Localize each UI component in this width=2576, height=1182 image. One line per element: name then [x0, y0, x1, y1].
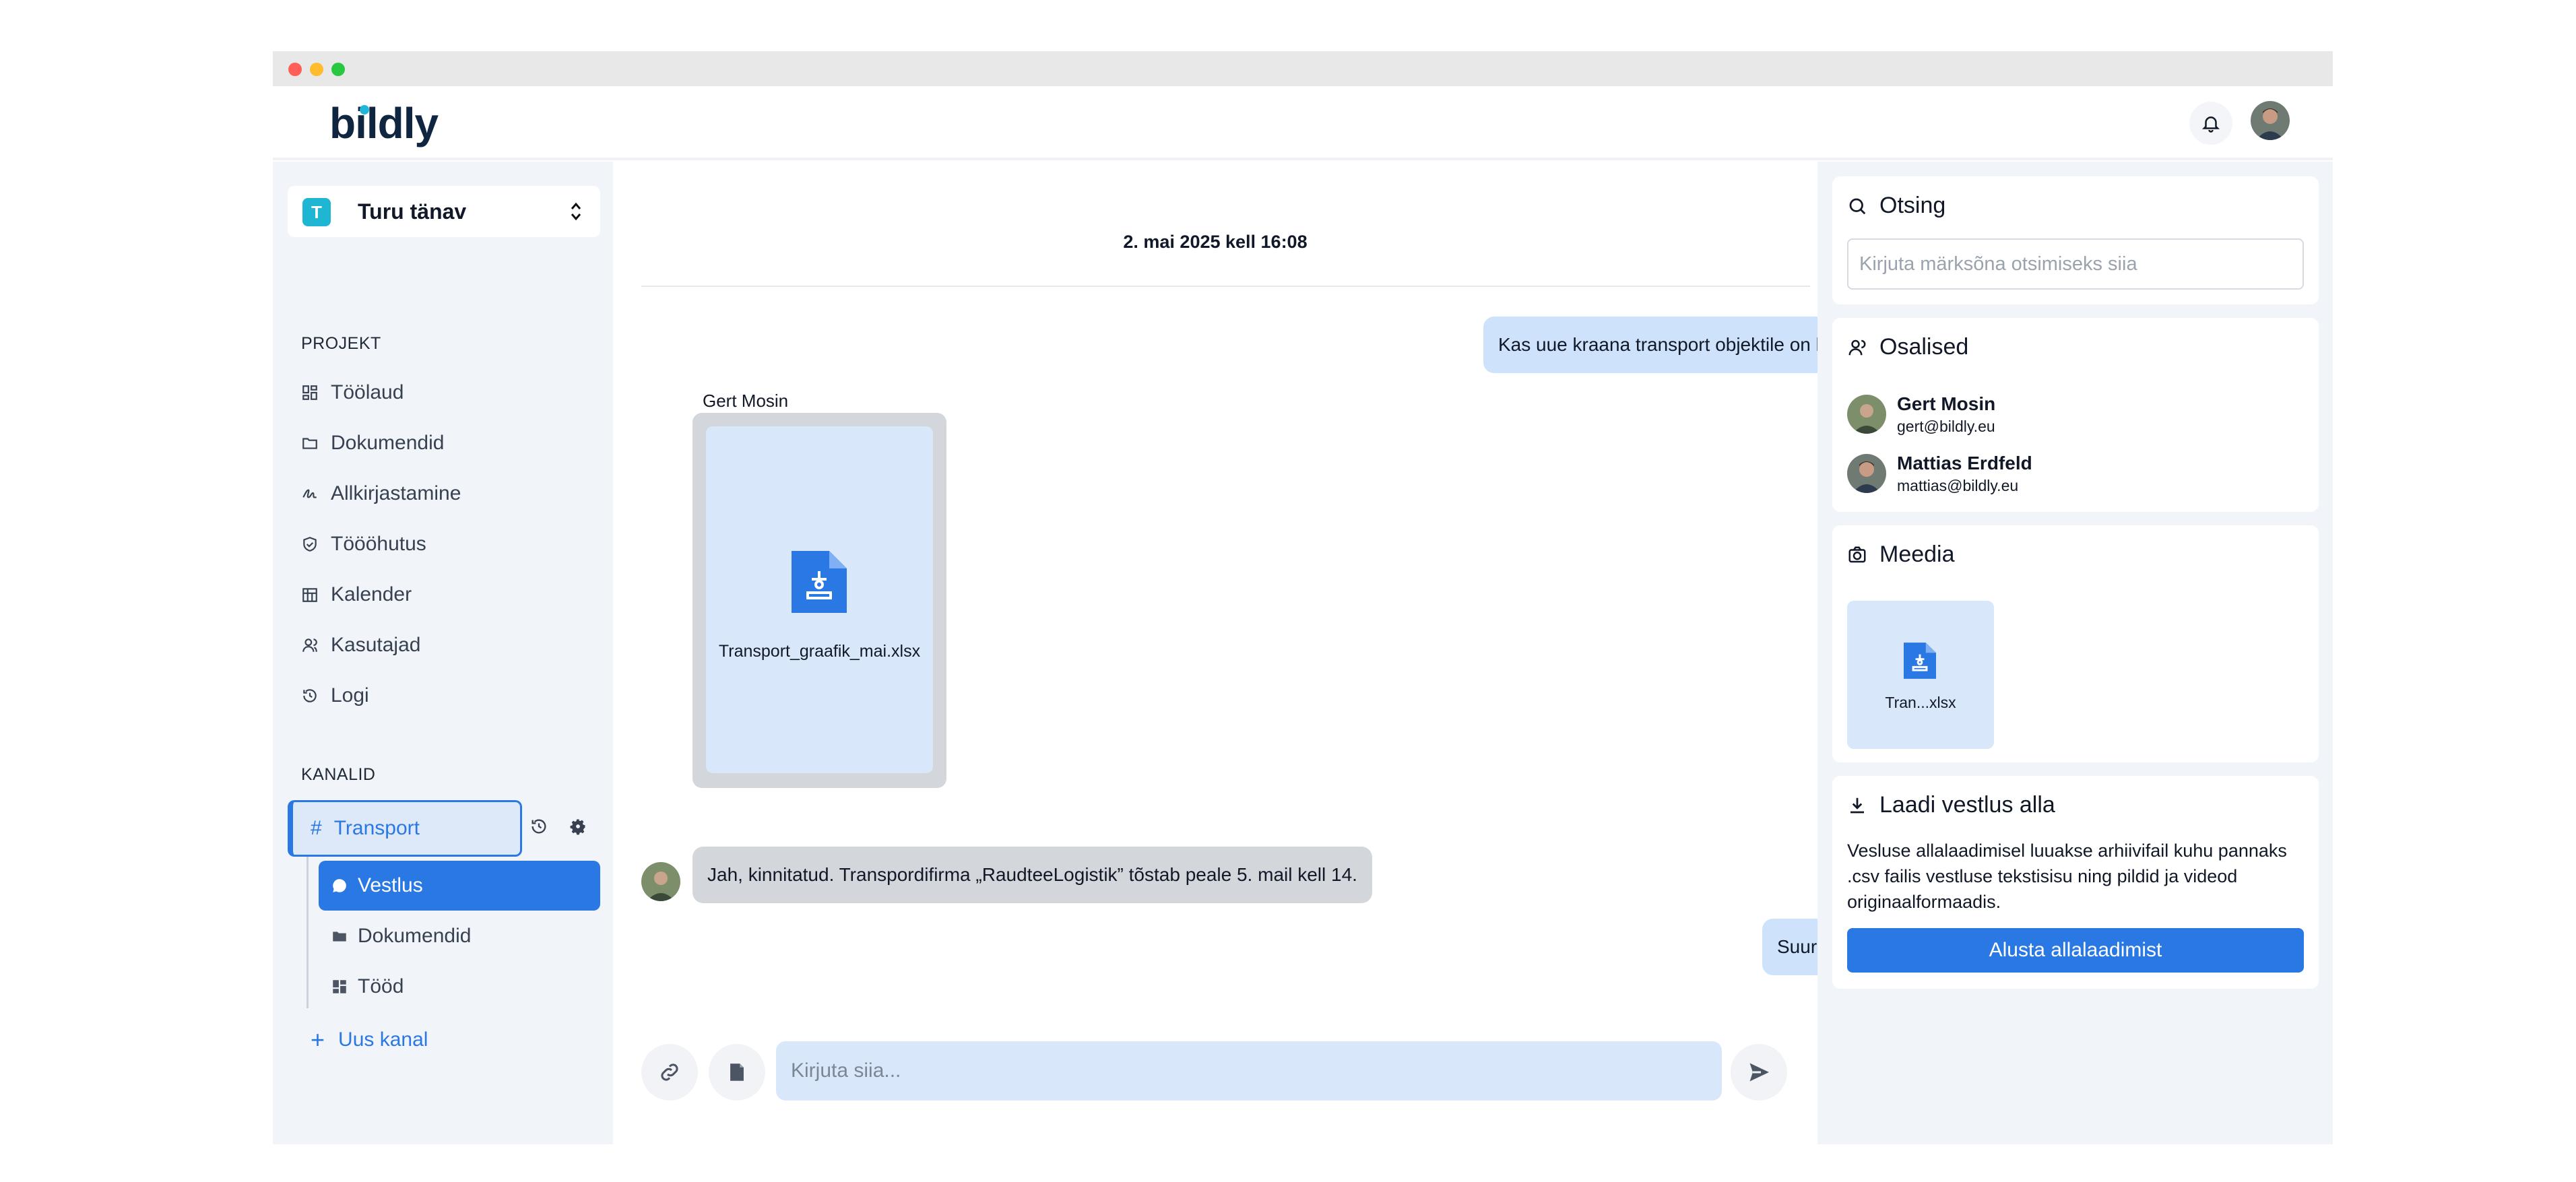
- search-input[interactable]: [1847, 238, 2304, 290]
- download-icon: [1850, 797, 1864, 813]
- minimize-window-button[interactable]: [310, 63, 323, 76]
- document-icon: [730, 1063, 744, 1081]
- spreadsheet-file-icon: [792, 551, 847, 613]
- message-bubble-incoming: Jah, kinnitatud. Transpordifirma „Raudte…: [693, 847, 1372, 903]
- project-badge: T: [302, 198, 331, 226]
- calendar-icon: [302, 588, 317, 602]
- hash-icon: #: [311, 817, 322, 839]
- sidebar-item-kalender[interactable]: Kalender: [301, 579, 412, 611]
- media-title: Meedia: [1847, 541, 1955, 568]
- users-icon: [302, 638, 317, 652]
- channel-transport[interactable]: # Transport: [288, 800, 522, 857]
- folder-icon: [333, 931, 346, 942]
- search-icon: [1849, 198, 1866, 214]
- camera-icon: [1848, 546, 1866, 562]
- app-window: bildly T Turu tänav PROJEKT Töölaud Doku…: [273, 51, 2333, 1144]
- chat-area: 2. mai 2025 kell 16:08 Kas uue kraana tr…: [613, 162, 2089, 1144]
- sidebar-item-kasutajad[interactable]: Kasutajad: [301, 629, 420, 661]
- link-icon: [661, 1063, 678, 1081]
- maximize-window-button[interactable]: [331, 63, 345, 76]
- date-divider: [641, 286, 1810, 287]
- send-icon: [1749, 1063, 1769, 1082]
- file-preview: Transport_graafik_mai.xlsx: [706, 426, 933, 773]
- gear-icon: [570, 819, 585, 835]
- members-card: Osalised Gert Mosin gert@bildly.eu Matti…: [1832, 318, 2319, 512]
- media-card: Meedia Tran...xlsx: [1832, 525, 2319, 762]
- folder-icon: [302, 438, 317, 449]
- sidebar-item-allkirjastamine[interactable]: Allkirjastamine: [301, 478, 461, 510]
- chat-icon: [333, 879, 346, 892]
- channel-history-button[interactable]: [527, 815, 550, 838]
- media-item[interactable]: Tran...xlsx: [1847, 601, 1994, 749]
- attach-file-button[interactable]: [709, 1044, 765, 1101]
- member-email: gert@bildly.eu: [1897, 417, 1995, 435]
- subitem-vestlus[interactable]: Vestlus: [319, 861, 600, 911]
- channels-section-label: KANALID: [301, 765, 376, 784]
- file-name: Transport_graafik_mai.xlsx: [718, 642, 921, 661]
- sidebar-item-tooohutus[interactable]: Töööhutus: [301, 528, 426, 560]
- history-icon: [532, 819, 546, 834]
- media-item-caption: Tran...xlsx: [1885, 694, 1956, 711]
- member-avatar: [1847, 454, 1886, 493]
- file-attachment[interactable]: Transport_graafik_mai.xlsx: [693, 413, 946, 788]
- chat-date: 2. mai 2025 kell 16:08: [1123, 232, 1308, 252]
- project-selector[interactable]: T Turu tänav: [288, 186, 600, 237]
- sidebar-item-logi[interactable]: Logi: [301, 680, 369, 712]
- member-gert-mosin[interactable]: Gert Mosin gert@bildly.eu: [1847, 393, 1995, 435]
- members-title: Osalised: [1847, 334, 1968, 360]
- search-card: Otsing: [1832, 176, 2319, 304]
- notifications-button[interactable]: [2189, 102, 2232, 145]
- window-titlebar: [273, 51, 2333, 86]
- dashboard-icon: [302, 385, 317, 400]
- subitem-tood[interactable]: Tööd: [319, 962, 600, 1012]
- member-email: mattias@bildly.eu: [1897, 476, 2019, 494]
- user-icon: [1848, 339, 1866, 355]
- sender-avatar: [641, 862, 680, 901]
- member-mattias-erdfeld[interactable]: Mattias Erdfeld mattias@bildly.eu: [1847, 453, 2032, 494]
- member-name: Gert Mosin: [1897, 393, 1996, 414]
- download-card: Laadi vestlus alla Vesluse allalaadimise…: [1832, 776, 2319, 989]
- member-name: Mattias Erdfeld: [1897, 452, 2032, 473]
- attach-link-button[interactable]: [641, 1044, 698, 1101]
- channel-name: Transport: [333, 817, 420, 839]
- search-title: Otsing: [1847, 193, 1945, 219]
- right-panel: Otsing Osalised Gert Mosin gert@bildly.e…: [1817, 162, 2333, 1144]
- spreadsheet-file-icon: [1904, 643, 1936, 679]
- project-section-label: PROJEKT: [301, 334, 381, 353]
- history-icon: [303, 689, 317, 702]
- bell-icon: [2201, 117, 2220, 133]
- download-title: Laadi vestlus alla: [1847, 792, 2055, 818]
- shield-icon: [303, 537, 317, 552]
- top-header: bildly: [273, 86, 2333, 160]
- signature-icon: [302, 489, 317, 498]
- tasks-icon: [333, 980, 346, 993]
- bildly-logo[interactable]: bildly: [329, 98, 439, 148]
- channel-tree-line: [307, 857, 309, 1008]
- close-window-button[interactable]: [288, 63, 302, 76]
- message-input[interactable]: [776, 1041, 1722, 1101]
- download-description: Vesluse allalaadimisel luuakse arhiivifa…: [1847, 841, 2287, 912]
- chevron-updown-icon: [571, 202, 581, 221]
- project-name: Turu tänav: [358, 199, 467, 224]
- sidebar-item-dokumendid[interactable]: Dokumendid: [301, 427, 444, 459]
- user-avatar[interactable]: [2251, 101, 2290, 140]
- sidebar: T Turu tänav PROJEKT Töölaud Dokumendid …: [273, 162, 613, 1144]
- message-sender: Gert Mosin: [703, 391, 789, 411]
- channel-settings-button[interactable]: [567, 815, 589, 838]
- message-composer: [641, 1041, 1790, 1102]
- new-channel-button[interactable]: + Uus kanal: [311, 1026, 428, 1054]
- member-avatar: [1847, 395, 1886, 434]
- plus-icon: +: [311, 1026, 325, 1053]
- sidebar-item-toolaud[interactable]: Töölaud: [301, 376, 404, 409]
- start-download-button[interactable]: Alusta allalaadimist: [1847, 928, 2304, 973]
- send-button[interactable]: [1731, 1044, 1787, 1101]
- subitem-dokumendid[interactable]: Dokumendid: [319, 911, 600, 961]
